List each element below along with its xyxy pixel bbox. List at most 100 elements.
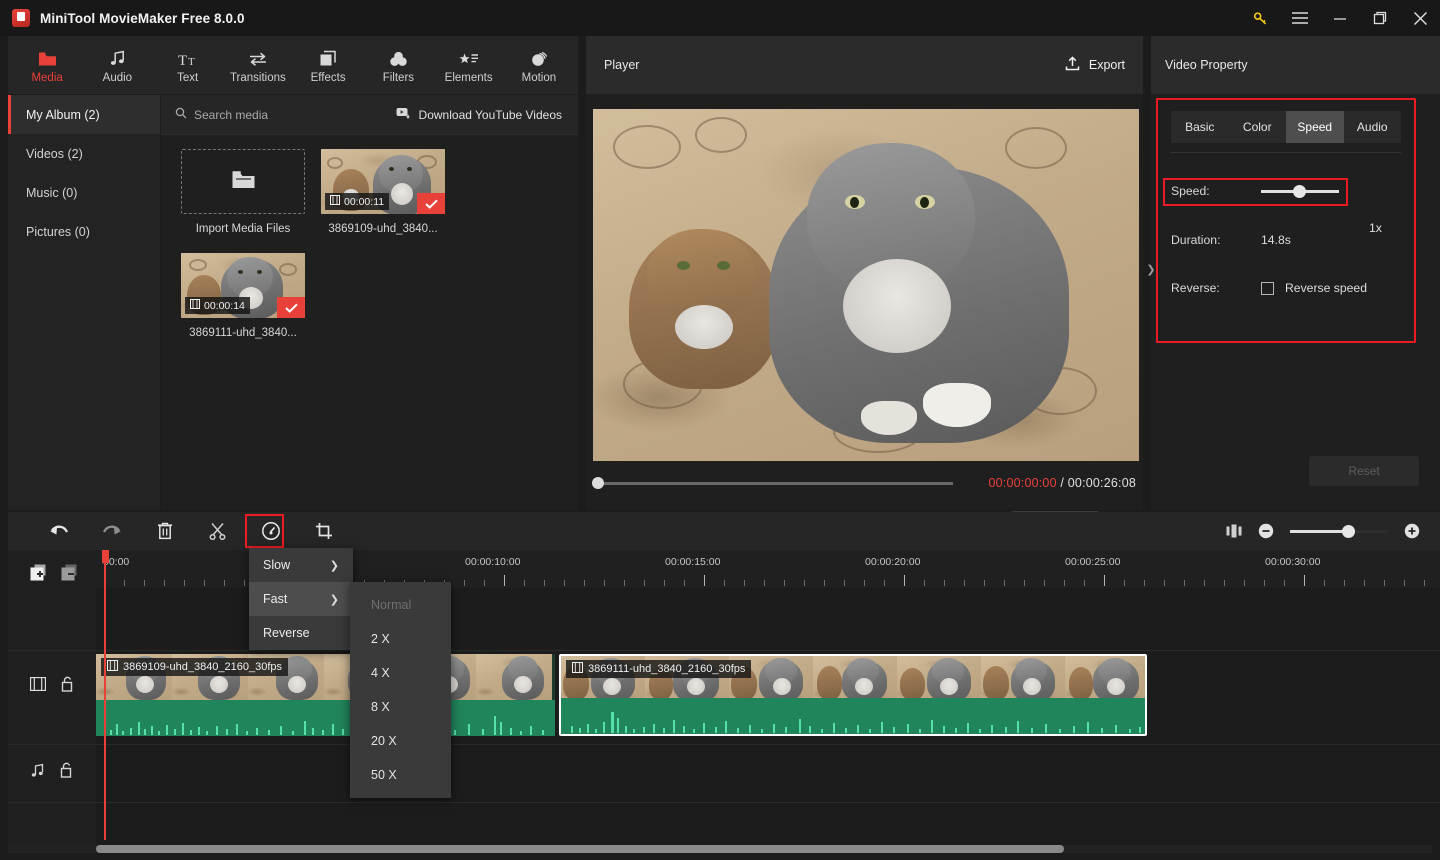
media-selected-check[interactable]	[277, 297, 305, 318]
reverse-row: Reverse: Reverse speed	[1171, 281, 1367, 295]
download-youtube-videos-button[interactable]: Download YouTube Videos	[396, 107, 562, 122]
fit-timeline-button[interactable]	[1216, 512, 1252, 550]
minimize-icon[interactable]	[1320, 0, 1360, 36]
reset-button[interactable]: Reset	[1309, 456, 1419, 486]
track-divider	[8, 744, 1440, 745]
submenu-item-2x[interactable]: 2 X	[350, 622, 451, 656]
tab-color[interactable]: Color	[1229, 111, 1287, 143]
tab-audio[interactable]: Audio	[1344, 111, 1402, 143]
crop-button[interactable]	[297, 512, 350, 550]
ruler-tick-minor	[764, 580, 765, 586]
timeline: 00:00 00:00:10:00 00:00:15:00 00:00:20:0…	[8, 550, 1440, 852]
timeline-track-headers	[8, 550, 96, 852]
media-selected-check[interactable]	[417, 193, 445, 214]
zoom-out-icon	[1258, 523, 1274, 539]
zoom-in-button[interactable]	[1398, 512, 1426, 550]
zoom-slider-handle[interactable]	[1342, 524, 1355, 538]
tab-label: Basic	[1185, 120, 1215, 134]
ruler-tick-minor	[1124, 580, 1125, 586]
submenu-item-20x[interactable]: 20 X	[350, 724, 451, 758]
ruler-tick-minor	[604, 580, 605, 586]
context-menu-item-fast[interactable]: Fast ❯	[249, 582, 353, 616]
video-track-lock-button[interactable]	[60, 676, 74, 697]
media-duration-text: 00:00:11	[344, 195, 385, 208]
cat-preview-image	[593, 109, 1139, 461]
horizontal-scrollbar-thumb[interactable]	[96, 845, 1064, 853]
key-icon[interactable]	[1240, 0, 1280, 36]
ruler-tick-minor	[864, 580, 865, 586]
split-button[interactable]	[191, 512, 244, 550]
tab-speed[interactable]: Speed	[1286, 111, 1344, 143]
nav-tab-label: Audio	[102, 71, 133, 84]
media-duration-text: 00:00:14	[204, 299, 245, 312]
horizontal-scrollbar-track[interactable]	[8, 845, 1432, 853]
media-item-name: 3869111-uhd_3840...	[189, 327, 297, 339]
nav-tab-media[interactable]: Media	[12, 37, 82, 93]
nav-tab-effects[interactable]: Effects	[293, 37, 363, 93]
ruler-tick-minor	[524, 580, 525, 586]
ruler-tick-minor	[684, 580, 685, 586]
reset-label: Reset	[1348, 464, 1380, 478]
nav-tab-elements[interactable]: Elements	[434, 37, 504, 93]
tab-basic[interactable]: Basic	[1171, 111, 1229, 143]
restore-icon[interactable]	[1360, 0, 1400, 36]
nav-tab-audio[interactable]: Audio	[82, 37, 152, 93]
ruler-tick-major	[1304, 575, 1305, 586]
search-media-field[interactable]: Search media	[175, 107, 268, 122]
track-divider	[8, 650, 1440, 651]
redo-button[interactable]	[85, 512, 138, 550]
zoom-slider-fill	[1290, 529, 1348, 533]
album-item-videos[interactable]: Videos (2)	[8, 134, 160, 173]
remove-track-icon[interactable]	[61, 564, 78, 586]
context-menu-item-slow[interactable]: Slow ❯	[249, 548, 353, 582]
submenu-item-4x[interactable]: 4 X	[350, 656, 451, 690]
seek-slider[interactable]	[592, 477, 953, 489]
nav-tab-transitions[interactable]: Transitions	[223, 37, 293, 93]
export-button[interactable]: Export	[1065, 56, 1125, 74]
zoom-out-button[interactable]	[1252, 512, 1280, 550]
video-track[interactable]: 3869109-uhd_3840_2160_30fps 3869111-uhd_…	[96, 654, 1440, 740]
submenu-label: Normal	[371, 598, 412, 612]
submenu-item-50x[interactable]: 50 X	[350, 758, 451, 792]
ruler-tick-minor	[1384, 580, 1385, 586]
menu-icon[interactable]	[1280, 0, 1320, 36]
nav-tab-motion[interactable]: Motion	[504, 37, 574, 93]
chevron-right-icon[interactable]: ❯	[1146, 258, 1156, 280]
album-item-my-album[interactable]: My Album (2)	[8, 95, 160, 134]
import-media-cell[interactable]: Import Media Files	[181, 149, 305, 235]
seek-handle[interactable]	[592, 477, 604, 489]
close-icon[interactable]	[1400, 0, 1440, 36]
speed-slider[interactable]	[1261, 184, 1339, 198]
reverse-speed-checkbox[interactable]	[1261, 281, 1274, 295]
album-item-music[interactable]: Music (0)	[8, 173, 160, 212]
timeline-clip[interactable]: 3869109-uhd_3840_2160_30fps	[96, 654, 555, 736]
text-icon: TT	[178, 47, 198, 67]
import-media-dropzone[interactable]	[181, 149, 305, 214]
video-preview[interactable]	[593, 109, 1139, 461]
delete-button[interactable]	[138, 512, 191, 550]
context-menu-item-reverse[interactable]: Reverse	[249, 616, 353, 650]
audio-track-lock-button[interactable]	[59, 762, 73, 783]
nav-tab-filters[interactable]: Filters	[363, 37, 433, 93]
ruler-tick-minor	[1284, 580, 1285, 586]
add-track-icon[interactable]	[30, 564, 47, 586]
undo-button[interactable]	[32, 512, 85, 550]
media-item[interactable]: 00:00:11 3869109-uhd_3840...	[321, 149, 445, 235]
playhead[interactable]	[104, 550, 106, 840]
timeline-clip[interactable]: 3869111-uhd_3840_2160_30fps	[559, 654, 1147, 736]
import-media-label: Import Media Files	[195, 223, 291, 235]
submenu-item-8x[interactable]: 8 X	[350, 690, 451, 724]
media-thumbnail[interactable]: 00:00:11	[321, 149, 445, 214]
ruler-tick-minor	[144, 580, 145, 586]
media-library: Search media Download YouTube Videos Imp…	[161, 95, 578, 510]
nav-tab-text[interactable]: TT Text	[153, 37, 223, 93]
timeline-zoom-slider[interactable]	[1290, 524, 1388, 538]
media-thumbnail[interactable]: 00:00:14	[181, 253, 305, 318]
clip-label: 3869111-uhd_3840_2160_30fps	[566, 660, 752, 678]
speed-slider-handle[interactable]	[1293, 184, 1306, 198]
media-item[interactable]: 00:00:14 3869111-uhd_3840...	[181, 253, 305, 339]
ruler-label: 00:00:25:00	[1065, 556, 1121, 568]
nav-tab-label: Filters	[382, 71, 415, 84]
ruler-tick-major	[704, 575, 705, 586]
album-item-pictures[interactable]: Pictures (0)	[8, 212, 160, 251]
